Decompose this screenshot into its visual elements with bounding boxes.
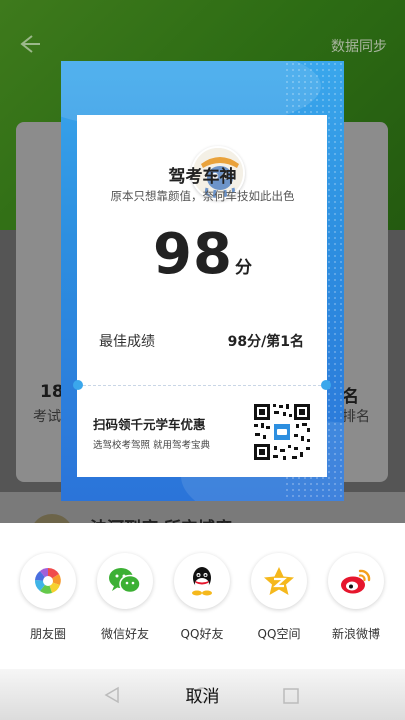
exam-count-label: 考试 (33, 409, 61, 425)
share-qq-button[interactable]: QQ好友 (170, 553, 234, 642)
weibo-icon (328, 553, 384, 609)
back-arrow-icon[interactable] (14, 30, 44, 60)
moments-icon (20, 553, 76, 609)
sync-data-button[interactable]: 数据同步 (331, 36, 387, 56)
share-weibo-label: 新浪微博 (331, 627, 380, 641)
promo-title: 扫码领千元学车优惠 (93, 417, 206, 432)
poster-subtitle: 原本只想靠颜值，奈何车技如此出色 (110, 189, 295, 203)
score-display: 98 分 (0, 222, 405, 287)
score-unit: 分 (234, 258, 252, 278)
share-wechat-label: 微信好友 (100, 627, 149, 641)
qr-code-icon (252, 402, 312, 462)
best-score-value: 98分/第1名 (227, 334, 304, 350)
share-wechat-button[interactable]: 微信好友 (93, 553, 157, 642)
promo-subtitle: 选驾校考驾照 就用驾考宝典 (93, 440, 211, 451)
share-moments-button[interactable]: 朋友圈 (16, 553, 80, 642)
dashed-divider (78, 385, 326, 386)
share-qq-label: QQ好友 (180, 627, 224, 641)
poster-title: 驾考车神 (168, 167, 237, 187)
best-score-label: 最佳成绩 (99, 334, 155, 350)
qq-icon (174, 553, 230, 609)
wechat-icon (97, 553, 153, 609)
cancel-button[interactable]: 取消 (0, 682, 405, 707)
share-qzone-button[interactable]: QQ空间 (247, 553, 311, 642)
rank-value: 名 (342, 387, 359, 407)
share-moments-label: 朋友圈 (29, 627, 66, 641)
score-value: 98 (153, 222, 233, 287)
rank-label: 排名 (342, 409, 370, 425)
qzone-icon (251, 553, 307, 609)
share-qzone-label: QQ空间 (257, 627, 301, 641)
share-sheet: 朋友圈 微信好友 QQ好友 QQ空间 新浪微博 (0, 523, 405, 669)
share-weibo-button[interactable]: 新浪微博 (324, 553, 388, 642)
ticket-notch-right (321, 380, 331, 390)
ticket-notch-left (73, 380, 83, 390)
